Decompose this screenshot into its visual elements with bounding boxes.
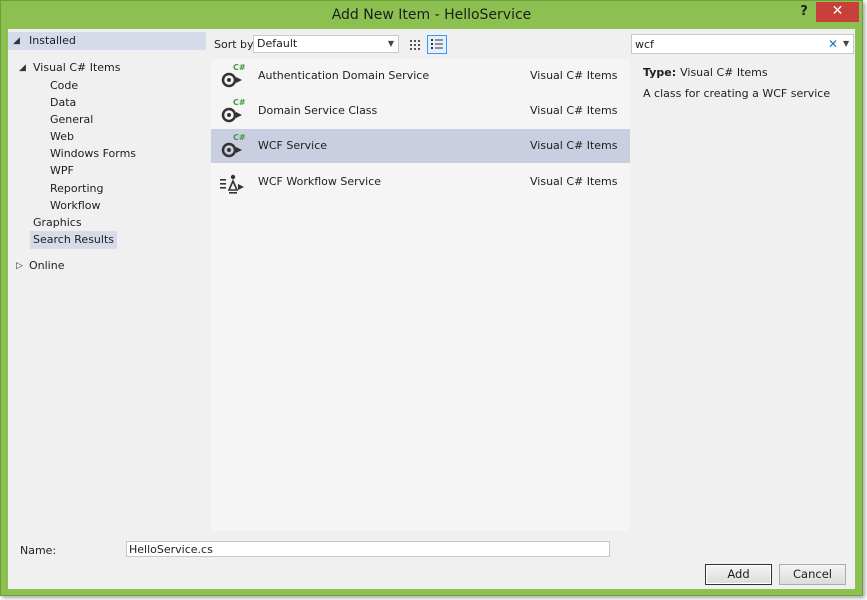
csharp-service-icon: C# (221, 98, 245, 123)
svg-text:C#: C# (233, 63, 245, 72)
template-type: Visual C# Items (530, 69, 618, 82)
template-pane: Sort by: Default ▼ C# Authentication Dom… (211, 29, 630, 531)
dialog-body: ◢ Installed ◢ Visual C# Items Code Data … (8, 29, 855, 589)
list-view-button[interactable] (427, 35, 447, 54)
template-item-selected[interactable]: C# WCF Service Visual C# Items (211, 129, 630, 163)
template-type: Visual C# Items (530, 175, 618, 188)
template-list: C# Authentication Domain Service Visual … (211, 59, 630, 531)
name-field[interactable] (126, 541, 610, 557)
svg-text:C#: C# (233, 133, 245, 142)
tree-item-data[interactable]: Data (50, 94, 76, 112)
tree-item-search-results[interactable]: Search Results (30, 231, 118, 249)
item-type-value: Visual C# Items (680, 66, 768, 79)
tree-item-workflow[interactable]: Workflow (50, 197, 101, 215)
search-box[interactable]: ✕ ▼ (631, 34, 854, 54)
svg-text:C#: C# (233, 98, 245, 107)
csharp-service-icon: C# (221, 63, 245, 88)
expanded-arrow-icon[interactable]: ◢ (13, 32, 20, 50)
expanded-arrow-icon[interactable]: ◢ (19, 59, 26, 77)
chevron-down-icon: ▼ (387, 39, 394, 48)
csharp-service-icon: C# (221, 133, 245, 158)
sort-value: Default (257, 37, 298, 50)
close-button[interactable]: ✕ (816, 2, 859, 22)
help-button[interactable]: ? (794, 4, 814, 22)
category-tree: ◢ Installed ◢ Visual C# Items Code Data … (8, 29, 206, 531)
tree-item-wpf[interactable]: WPF (50, 162, 74, 180)
small-icons-view-button[interactable] (405, 35, 425, 54)
sort-label: Sort by: (214, 38, 257, 51)
sort-toolbar: Sort by: Default ▼ (211, 29, 630, 57)
template-name: Domain Service Class (258, 104, 378, 117)
template-item[interactable]: C# Authentication Domain Service Visual … (211, 59, 630, 93)
item-type-label: Type: (643, 66, 677, 79)
details-pane: ✕ ▼ Type:Visual C# Items A class for cre… (630, 29, 855, 531)
item-description: A class for creating a WCF service (643, 87, 831, 100)
list-view-icon (431, 39, 443, 49)
window-title: Add New Item - HelloService (331, 7, 532, 23)
template-type: Visual C# Items (530, 104, 618, 117)
tree-item-general[interactable]: General (50, 111, 93, 129)
search-input[interactable] (635, 36, 815, 52)
template-item[interactable]: C# Domain Service Class Visual C# Items (211, 94, 630, 128)
tree-item-reporting[interactable]: Reporting (50, 180, 103, 198)
sort-dropdown[interactable]: Default ▼ (253, 35, 399, 53)
collapsed-arrow-icon[interactable]: ▷ (16, 257, 23, 275)
tree-installed-label: Installed (29, 34, 76, 47)
template-type: Visual C# Items (530, 139, 618, 152)
tree-item-graphics[interactable]: Graphics (33, 214, 82, 232)
tree-item-code[interactable]: Code (50, 77, 78, 95)
dialog-window: Add New Item - HelloService ? ✕ ◢ Instal… (0, 0, 863, 596)
template-name: WCF Workflow Service (258, 175, 382, 188)
add-button[interactable]: Add (705, 564, 772, 585)
template-item[interactable]: WCF Workflow Service Visual C# Items (211, 165, 630, 199)
template-name: Authentication Domain Service (258, 69, 430, 82)
item-type: Type: Visual C# Items (643, 66, 768, 79)
title-bar[interactable]: Add New Item - HelloService ? ✕ (1, 1, 862, 29)
tree-item-windows-forms[interactable]: Windows Forms (50, 145, 136, 163)
tree-installed[interactable]: ◢ Installed (8, 32, 206, 50)
name-label: Name: (20, 544, 57, 557)
grid-view-icon (410, 40, 420, 50)
chevron-down-icon[interactable]: ▼ (843, 39, 849, 48)
bottom-bar: Name: Add Cancel (8, 531, 855, 589)
tree-visual-csharp-label: Visual C# Items (33, 61, 121, 74)
workflow-service-icon (220, 174, 244, 194)
tree-item-web[interactable]: Web (50, 128, 74, 146)
clear-search-icon[interactable]: ✕ (828, 37, 838, 51)
template-name: WCF Service (258, 139, 328, 152)
cancel-button[interactable]: Cancel (779, 564, 846, 585)
tree-online-label: Online (29, 259, 65, 272)
